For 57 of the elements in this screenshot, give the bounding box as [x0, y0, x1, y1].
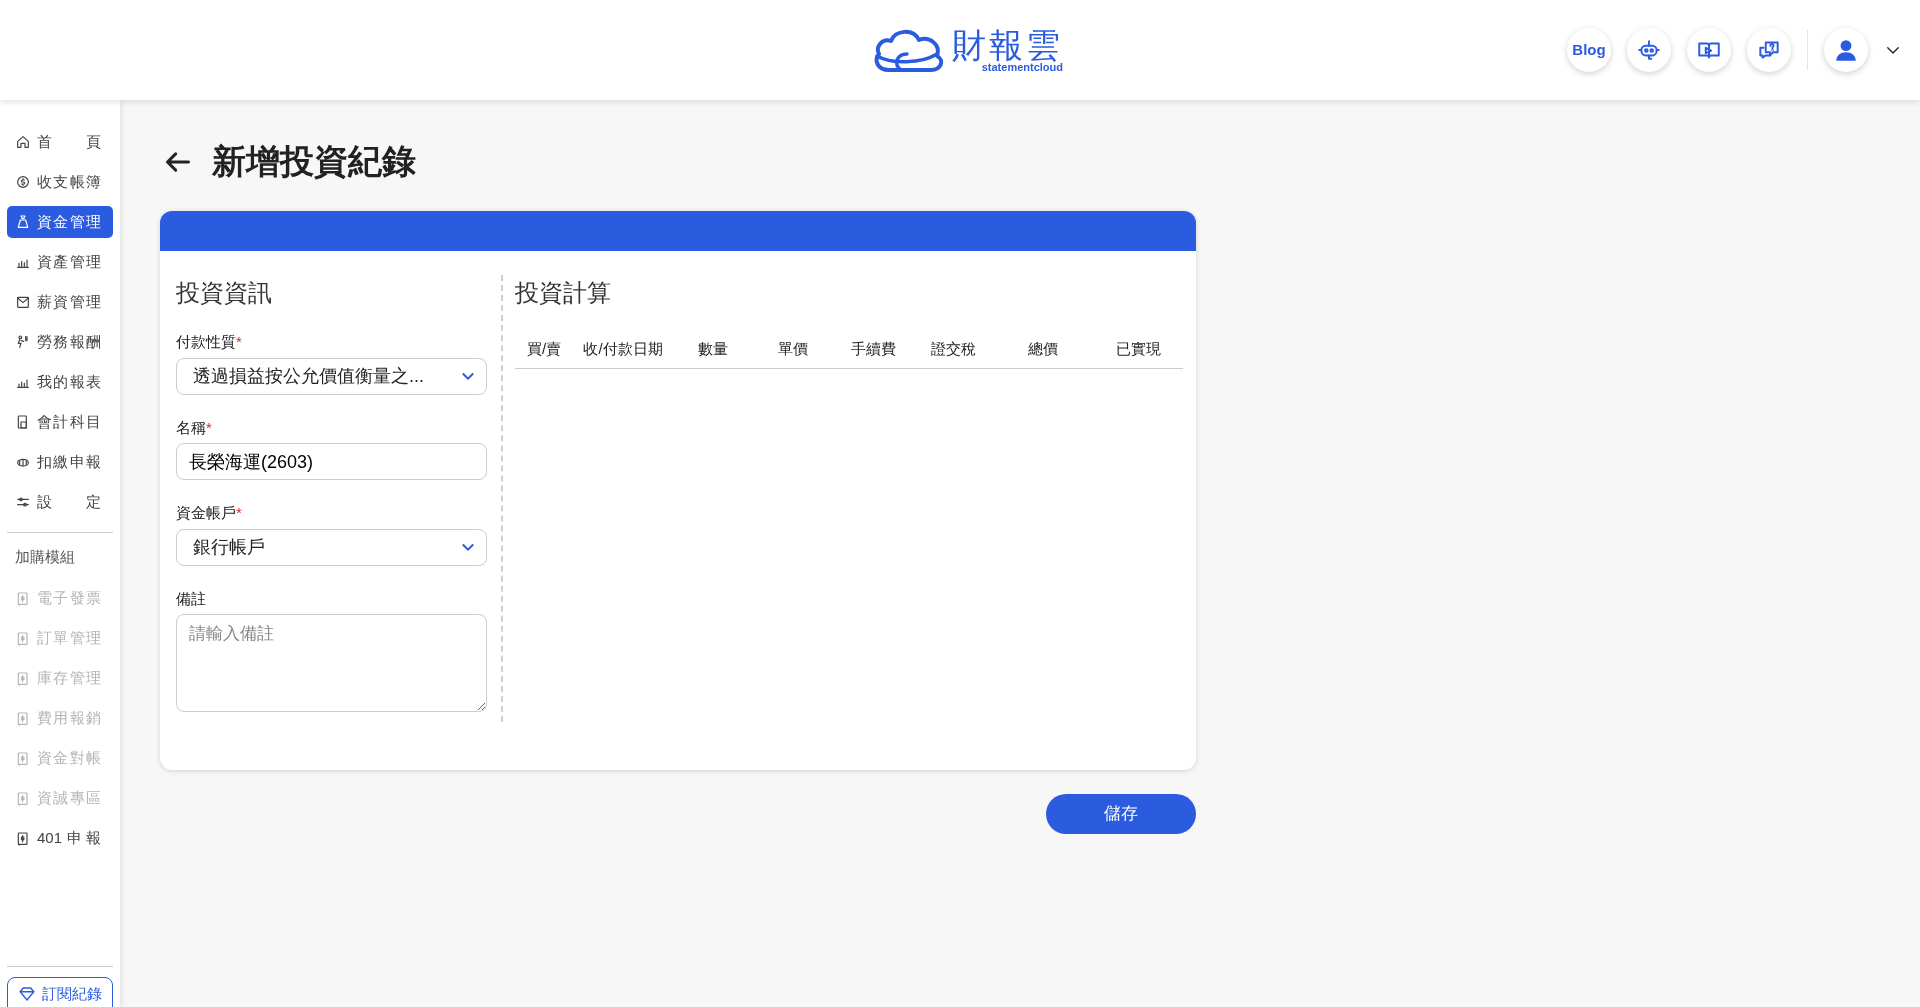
required-mark: * [236, 504, 242, 521]
worker-icon [15, 334, 31, 350]
dropdown-field[interactable]: 透過損益按公允價值衡量之... [176, 357, 487, 395]
receipt-icon [15, 750, 31, 767]
column-header: 買/賣 [525, 339, 563, 360]
subscription-button[interactable]: 訂閱紀錄 [7, 977, 113, 1007]
section-title: 投資計算 [515, 278, 612, 308]
save-button[interactable]: 儲存 [1046, 794, 1196, 834]
receipt-icon [15, 710, 31, 727]
home-icon [15, 134, 31, 150]
sidebar-item[interactable]: 首頁 [7, 126, 113, 158]
sidebar-item[interactable]: 扣繳申報 [7, 446, 113, 478]
section-title: 投資資訊 [176, 278, 273, 308]
sidebar-item[interactable]: 資產管理 [7, 246, 113, 278]
blog-button[interactable]: Blog [1567, 28, 1611, 72]
receipt-icon [15, 590, 31, 607]
module-item[interactable]: 401申報 [7, 822, 113, 855]
sidebar-item[interactable]: 我的報表 [7, 366, 113, 398]
note-field[interactable]: 請輸入備註 [176, 614, 487, 712]
section-heading: 加購模組 [14, 547, 76, 567]
text-field[interactable]: 長榮海運(2603) [176, 443, 487, 480]
sidebar-item[interactable]: 設定 [7, 486, 113, 518]
page-title: 新增投資紀錄 [212, 141, 416, 182]
dollar-circle-icon [15, 174, 31, 190]
sidebar-item[interactable]: 勞務報酬 [7, 326, 113, 358]
help-chat-button[interactable] [1747, 28, 1791, 72]
sidebar-item[interactable]: 薪資管理 [7, 286, 113, 318]
diamond-icon [18, 985, 36, 1003]
field-label: 備註 [176, 589, 206, 607]
column-header: 數量 [697, 339, 729, 360]
sidebar-item[interactable]: 收支帳簿 [7, 166, 113, 198]
field-label: 付款性質 [176, 333, 236, 350]
column-header: 手續費 [849, 339, 897, 360]
column-header: 證交稅 [929, 339, 977, 360]
field-label: 資金帳戶 [176, 504, 236, 521]
column-header: 單價 [777, 339, 809, 360]
avatar-button[interactable] [1824, 28, 1868, 72]
receipt-icon [15, 830, 31, 847]
envelope-icon [15, 294, 31, 310]
sidebar-item[interactable]: 資金管理 [7, 206, 113, 238]
sidebar-item[interactable]: 會計科目 [7, 406, 113, 438]
user-silhouette-icon [1833, 37, 1859, 63]
field-label: 名稱 [176, 418, 206, 436]
receipt-icon [15, 630, 31, 647]
robot-button[interactable] [1627, 28, 1671, 72]
money-bag-icon [15, 214, 31, 230]
receipt-icon [15, 670, 31, 687]
required-mark: * [236, 333, 242, 350]
column-header: 收/付款日期 [582, 339, 664, 360]
dropdown-field[interactable]: 銀行帳戶 [176, 528, 487, 566]
column-header: 總價 [1027, 339, 1059, 360]
receipt-icon [15, 790, 31, 807]
column-header: 已實現 [1114, 339, 1162, 360]
logo-tagline: statementcloud [981, 61, 1063, 73]
book-video-button[interactable] [1687, 28, 1731, 72]
required-mark: * [206, 418, 212, 436]
logo-text: 財報雲 [952, 27, 1063, 62]
